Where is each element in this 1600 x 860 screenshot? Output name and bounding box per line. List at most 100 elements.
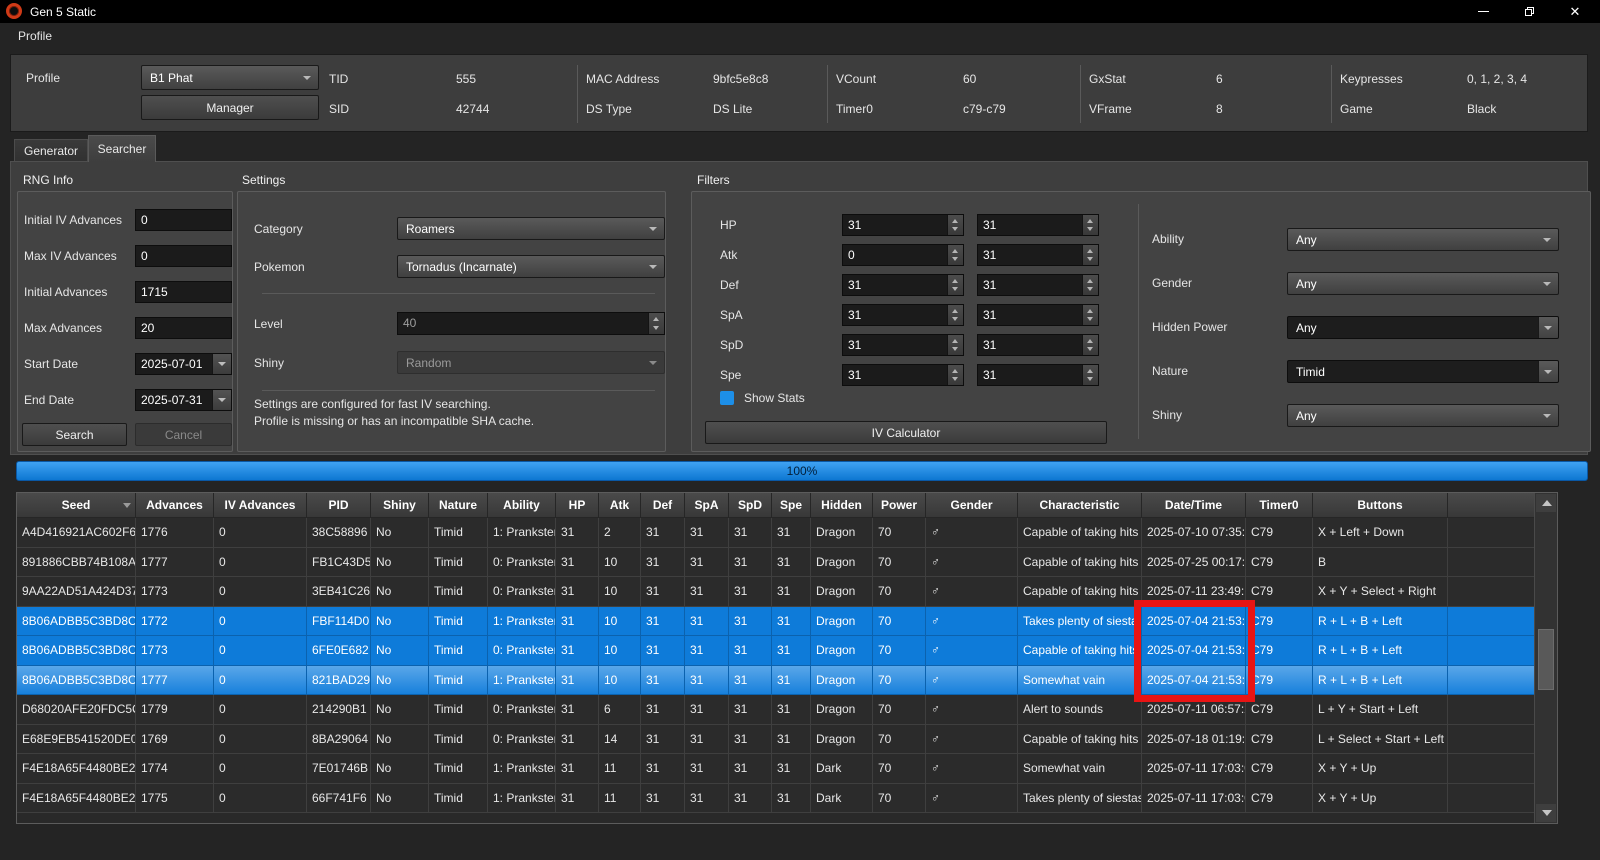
table-cell[interactable]: 0: Prankster bbox=[488, 548, 556, 578]
spinner-buttons[interactable] bbox=[1082, 275, 1098, 295]
table-cell[interactable]: 1: Prankster bbox=[488, 518, 556, 548]
column-header-spd[interactable]: SpD bbox=[729, 493, 772, 518]
table-cell[interactable]: No bbox=[371, 577, 429, 607]
shiny-select[interactable]: Random bbox=[397, 351, 665, 374]
table-cell[interactable]: 31 bbox=[729, 518, 772, 548]
table-cell[interactable]: 31 bbox=[685, 725, 729, 755]
table-cell[interactable]: 31 bbox=[685, 695, 729, 725]
table-cell[interactable]: 31 bbox=[641, 636, 685, 666]
table-cell[interactable]: 0: Prankster bbox=[488, 636, 556, 666]
table-cell[interactable]: Dragon bbox=[811, 607, 873, 637]
table-cell[interactable]: L + Y + Start + Left bbox=[1313, 695, 1448, 725]
table-cell[interactable]: 0 bbox=[214, 607, 307, 637]
table-cell[interactable]: 1775 bbox=[136, 784, 214, 814]
table-cell[interactable]: Capable of taking hits bbox=[1018, 577, 1142, 607]
cancel-button[interactable]: Cancel bbox=[135, 423, 232, 446]
column-header-hp[interactable]: HP bbox=[556, 493, 599, 518]
dropdown-select[interactable]: Any bbox=[1287, 272, 1559, 295]
table-row[interactable]: 8B06ADBB5C3BD8C117720FBF114D0NoTimid1: P… bbox=[17, 607, 1535, 637]
table-cell[interactable]: 2025-07-25 00:17:54 bbox=[1142, 548, 1246, 578]
restore-button[interactable] bbox=[1506, 0, 1552, 23]
table-cell[interactable]: 0 bbox=[214, 548, 307, 578]
table-cell[interactable]: Timid bbox=[429, 666, 488, 696]
table-cell[interactable]: E68E9EB541520DE0 bbox=[17, 725, 136, 755]
column-header-iv-advances[interactable]: IV Advances bbox=[214, 493, 307, 518]
table-cell[interactable]: 0 bbox=[214, 695, 307, 725]
table-cell[interactable]: 1: Prankster bbox=[488, 784, 556, 814]
title-bar[interactable]: Gen 5 Static ✕ bbox=[0, 0, 1600, 23]
table-cell[interactable]: 70 bbox=[873, 636, 926, 666]
table-row[interactable]: 891886CBB74B108A17770FB1C43D5NoTimid0: P… bbox=[17, 548, 1535, 578]
table-cell[interactable]: Timid bbox=[429, 695, 488, 725]
table-row[interactable]: 8B06ADBB5C3BD8C117770821BAD29NoTimid1: P… bbox=[17, 666, 1535, 696]
table-cell[interactable]: 31 bbox=[772, 666, 811, 696]
field-input[interactable]: 1715 bbox=[135, 281, 232, 303]
menu-profile[interactable]: Profile bbox=[8, 26, 62, 46]
table-cell[interactable]: 31 bbox=[772, 518, 811, 548]
table-cell[interactable]: 8B06ADBB5C3BD8C1 bbox=[17, 666, 136, 696]
table-cell[interactable]: B bbox=[1313, 548, 1448, 578]
table-cell[interactable]: 70 bbox=[873, 518, 926, 548]
table-row[interactable]: 9AA22AD51A424D37177303EB41C26NoTimid0: P… bbox=[17, 577, 1535, 607]
dropdown-select[interactable]: Any bbox=[1287, 228, 1559, 251]
table-cell[interactable]: 31 bbox=[685, 666, 729, 696]
table-cell[interactable]: 31 bbox=[772, 548, 811, 578]
table-cell[interactable]: C79 bbox=[1246, 725, 1313, 755]
iv-max-spinner[interactable]: 31 bbox=[977, 364, 1099, 386]
spinner-buttons[interactable] bbox=[648, 313, 664, 334]
table-cell[interactable]: 2025-07-11 17:03:08 bbox=[1142, 784, 1246, 814]
table-cell[interactable]: 6FE0E682 bbox=[307, 636, 371, 666]
chevron-down-button[interactable] bbox=[1538, 317, 1558, 338]
table-cell[interactable]: 8B06ADBB5C3BD8C1 bbox=[17, 607, 136, 637]
table-cell[interactable]: 31 bbox=[556, 548, 599, 578]
table-cell[interactable]: 2025-07-04 21:53:36 bbox=[1142, 607, 1246, 637]
table-cell[interactable]: C79 bbox=[1246, 518, 1313, 548]
table-cell[interactable]: 2025-07-04 21:53:36 bbox=[1142, 636, 1246, 666]
table-cell[interactable]: Dark bbox=[811, 784, 873, 814]
tab-generator[interactable]: Generator bbox=[14, 139, 88, 161]
table-cell[interactable]: C79 bbox=[1246, 548, 1313, 578]
table-cell[interactable]: ♂ bbox=[926, 577, 1018, 607]
spinner-buttons[interactable] bbox=[1082, 305, 1098, 325]
table-cell[interactable]: R + L + B + Left bbox=[1313, 636, 1448, 666]
table-cell[interactable]: 38C58896 bbox=[307, 518, 371, 548]
table-cell[interactable]: Dragon bbox=[811, 577, 873, 607]
table-cell[interactable]: ♂ bbox=[926, 695, 1018, 725]
iv-min-spinner[interactable]: 0 bbox=[842, 244, 964, 266]
dropdown-select[interactable]: Timid bbox=[1287, 360, 1559, 383]
table-cell[interactable]: Somewhat vain bbox=[1018, 754, 1142, 784]
scroll-down-button[interactable] bbox=[1536, 804, 1556, 822]
table-cell[interactable]: 31 bbox=[772, 725, 811, 755]
table-cell[interactable]: A4D416921AC602F6 bbox=[17, 518, 136, 548]
table-cell[interactable]: 31 bbox=[772, 754, 811, 784]
table-cell[interactable]: 31 bbox=[641, 725, 685, 755]
table-cell[interactable]: Takes plenty of siestas bbox=[1018, 607, 1142, 637]
pokemon-select[interactable]: Tornadus (Incarnate) bbox=[397, 255, 665, 278]
iv-max-spinner[interactable]: 31 bbox=[977, 214, 1099, 236]
column-header-date-time[interactable]: Date/Time bbox=[1142, 493, 1246, 518]
table-cell[interactable]: 31 bbox=[641, 695, 685, 725]
table-cell[interactable]: No bbox=[371, 725, 429, 755]
table-cell[interactable]: X + Y + Up bbox=[1313, 754, 1448, 784]
table-row[interactable]: 8B06ADBB5C3BD8C1177306FE0E682NoTimid0: P… bbox=[17, 636, 1535, 666]
table-cell[interactable]: 10 bbox=[599, 548, 641, 578]
spinner-buttons[interactable] bbox=[947, 245, 963, 265]
table-cell[interactable]: Alert to sounds bbox=[1018, 695, 1142, 725]
table-cell[interactable]: ♂ bbox=[926, 725, 1018, 755]
table-cell[interactable]: ♂ bbox=[926, 607, 1018, 637]
table-cell[interactable]: Capable of taking hits bbox=[1018, 518, 1142, 548]
table-cell[interactable]: 31 bbox=[556, 784, 599, 814]
table-cell[interactable]: F4E18A65F4480BE2 bbox=[17, 784, 136, 814]
iv-min-spinner[interactable]: 31 bbox=[842, 304, 964, 326]
table-cell[interactable]: 2025-07-11 06:57:29 bbox=[1142, 695, 1246, 725]
table-cell[interactable]: 31 bbox=[685, 548, 729, 578]
table-cell[interactable]: 2025-07-11 17:03:08 bbox=[1142, 754, 1246, 784]
column-header-atk[interactable]: Atk bbox=[599, 493, 641, 518]
table-row[interactable]: F4E18A65F4480BE21775066F741F6NoTimid1: P… bbox=[17, 784, 1535, 814]
spinner-buttons[interactable] bbox=[1082, 365, 1098, 385]
search-button[interactable]: Search bbox=[22, 423, 127, 446]
spinner-buttons[interactable] bbox=[1082, 215, 1098, 235]
table-cell[interactable]: 31 bbox=[729, 666, 772, 696]
table-cell[interactable]: Dragon bbox=[811, 518, 873, 548]
table-cell[interactable]: D68020AFE20FDC5C bbox=[17, 695, 136, 725]
